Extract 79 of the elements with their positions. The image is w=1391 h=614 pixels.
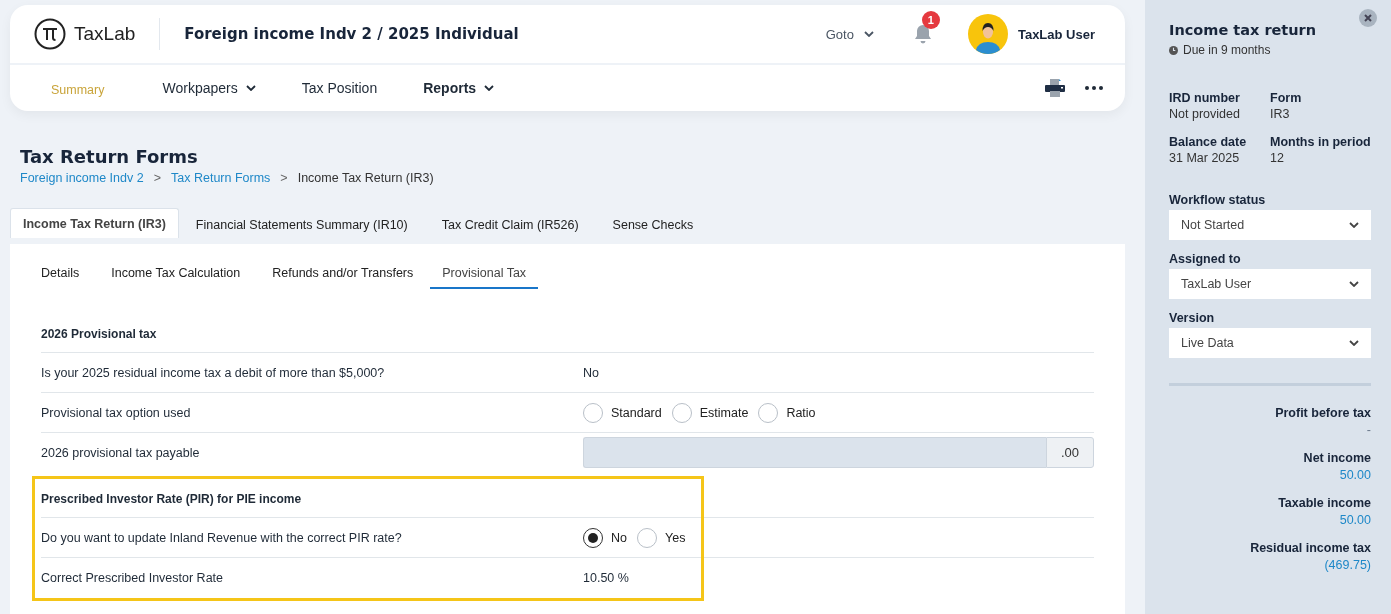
logo-text: TaxLab (74, 23, 136, 45)
page-header-title: Foreign income Indv 2 / 2025 Individual (184, 25, 520, 43)
radio-option[interactable]: Standard (583, 402, 662, 423)
field-label: Provisional tax option used (41, 405, 192, 420)
field-label: Correct Prescribed Investor Rate (41, 570, 224, 585)
total-label: Profit before tax (1274, 406, 1371, 420)
form-tab[interactable]: Income Tax Return (IR3) (10, 208, 179, 238)
close-icon[interactable] (1359, 9, 1377, 27)
decimal-suffix: .00 (1046, 437, 1094, 468)
total-value: 50.00 (1338, 468, 1371, 482)
breadcrumb-separator: > (153, 171, 161, 185)
breadcrumb-current: Income Tax Return (IR3) (297, 171, 434, 185)
caret-icon (484, 85, 495, 91)
due-text: Due in 9 months (1183, 43, 1271, 57)
dropdown-select[interactable]: Not Started (1169, 210, 1371, 240)
breadcrumb-link[interactable]: Foreign income Indv 2 (20, 171, 144, 185)
nav-item[interactable]: Workpapers (162, 80, 256, 96)
field-value: 10.50 % (583, 570, 629, 585)
total-value: - (1365, 423, 1371, 437)
bell-icon[interactable] (913, 24, 932, 44)
field-label: Do you want to update Inland Revenue with the correct PIR rate? (41, 530, 403, 545)
clock-icon (1169, 45, 1178, 55)
goto-menu[interactable]: Goto (819, 25, 880, 43)
fact-label: Form (1270, 91, 1303, 105)
breadcrumb-link[interactable]: Tax Return Forms (171, 171, 271, 185)
caret-icon (863, 31, 874, 37)
amount-field[interactable] (583, 437, 1046, 468)
select-label: Workflow status (1169, 193, 1267, 207)
radio-option[interactable]: Yes (637, 527, 686, 548)
field-value: No (583, 365, 599, 380)
form-tab[interactable]: Financial Statements Summary (IR10) (178, 205, 425, 244)
total-value: 50.00 (1338, 513, 1371, 527)
field-label: 2026 provisional tax payable (41, 445, 201, 460)
nav-item[interactable]: Reports (423, 80, 495, 96)
chevron-icon (1349, 222, 1359, 228)
fact-label: Balance date (1169, 135, 1248, 149)
sub-tab[interactable]: Refunds and/or Transfers (257, 256, 429, 293)
sub-tab[interactable]: Details (41, 256, 95, 293)
total-label: Taxable income (1277, 496, 1371, 510)
select-label: Assigned to (1169, 252, 1242, 266)
chevron-icon (1349, 340, 1359, 346)
fact-value: 12 (1270, 151, 1285, 165)
page-title: Tax Return Forms (20, 146, 199, 167)
form-tab[interactable]: Tax Credit Claim (IR526) (424, 205, 596, 244)
panel-title: Income tax return (1169, 22, 1318, 38)
select-label: Version (1169, 311, 1216, 325)
total-value: (469.75) (1323, 558, 1371, 572)
radio-button[interactable] (671, 402, 692, 423)
more-icon[interactable] (1085, 86, 1103, 90)
radio-option[interactable]: Ratio (758, 402, 816, 423)
radio-button[interactable] (583, 527, 603, 548)
total-label: Net income (1302, 451, 1371, 465)
fact-value: 31 Mar 2025 (1169, 151, 1241, 165)
fact-value: IR3 (1270, 107, 1291, 121)
user-name[interactable]: TaxLab User (1017, 26, 1095, 42)
caret-icon (245, 85, 256, 91)
dropdown-select[interactable]: Live Data (1169, 328, 1371, 358)
total-label: Residual income tax (1249, 541, 1371, 555)
section-title: Prescribed Investor Rate (PIR) for PIE income (41, 480, 1094, 518)
breadcrumb-separator: > (280, 171, 288, 185)
logo-icon (34, 18, 66, 50)
avatar-icon[interactable] (967, 14, 1008, 54)
fact-label: IRD number (1169, 91, 1241, 105)
fact-value: Not provided (1169, 107, 1241, 121)
fact-label: Months in period (1270, 135, 1371, 149)
nav-item[interactable]: Tax Position (301, 80, 378, 96)
radio-button[interactable] (758, 402, 779, 423)
section-title: 2026 Provisional tax (41, 315, 1094, 353)
notification-badge: 1 (921, 11, 940, 29)
radio-button[interactable] (637, 527, 657, 548)
field-label: Is your 2025 residual income tax a debit of more than $5,000? (41, 365, 386, 380)
radio-button[interactable] (583, 402, 603, 423)
dropdown-select[interactable]: TaxLab User (1169, 269, 1371, 299)
sub-tab[interactable]: Income Tax Calculation (96, 256, 256, 293)
printer-icon[interactable] (1045, 79, 1065, 97)
radio-option[interactable]: Estimate (671, 402, 749, 423)
radio-option[interactable]: No (583, 527, 627, 548)
form-tab[interactable]: Sense Checks (595, 205, 711, 244)
chevron-icon (1349, 281, 1359, 287)
